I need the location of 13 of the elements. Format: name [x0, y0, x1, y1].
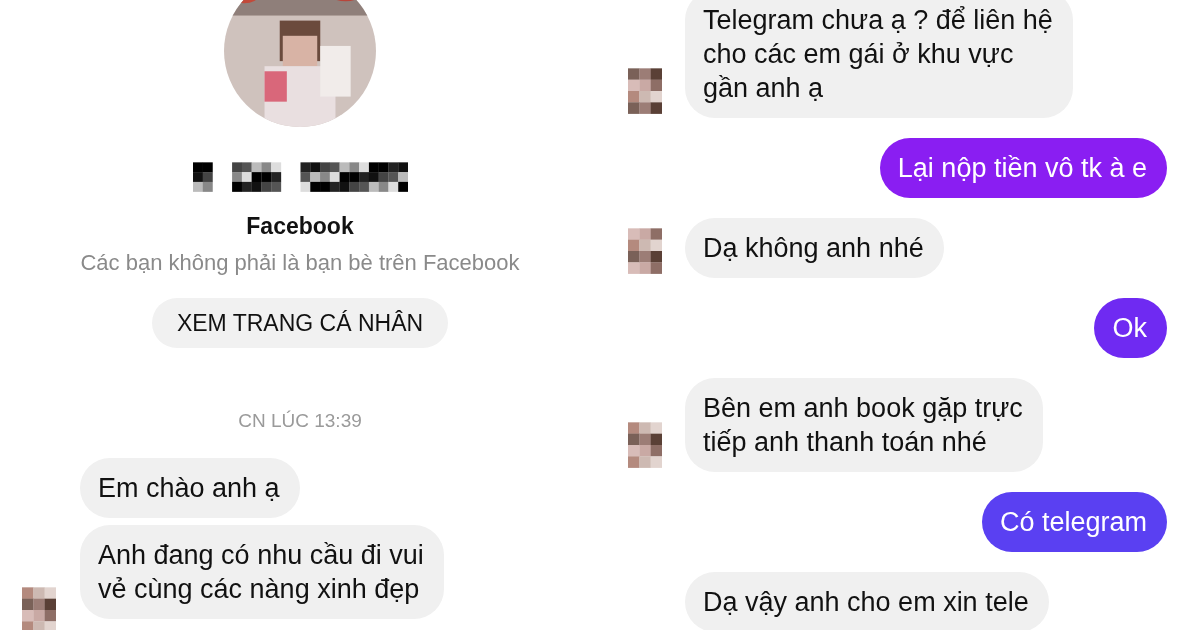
message-bubble: Bên em anh book gặp trực tiếp anh thanh toán nhé	[685, 378, 1043, 472]
message-bubble: Lại nộp tiền vô tk à e	[879, 138, 1167, 198]
timestamp: CN LÚC 13:39	[238, 410, 362, 432]
message-bubble: Em chào anh ạ	[80, 458, 300, 518]
message-bubble: Ok	[1094, 298, 1167, 358]
message-bubble: Anh đang có nhu cầu đi vui vẻ cùng các nàng xinh đẹp	[80, 525, 444, 619]
message-bubble: Có telegram	[981, 492, 1167, 552]
message-bubble: Telegram chưa ạ ? để liên hệ cho các em gái ở khu vực gần anh ạ	[685, 0, 1073, 118]
relation-text: Các bạn không phải là bạn bè trên Facebook	[80, 250, 520, 276]
network-label: Facebook	[246, 213, 354, 240]
view-profile-button[interactable]: XEM TRANG CÁ NHÂN	[151, 298, 449, 348]
message-bubble: Dạ không anh nhé	[685, 218, 944, 278]
message-bubble: Dạ vậy anh cho em xin tele	[685, 572, 1049, 630]
